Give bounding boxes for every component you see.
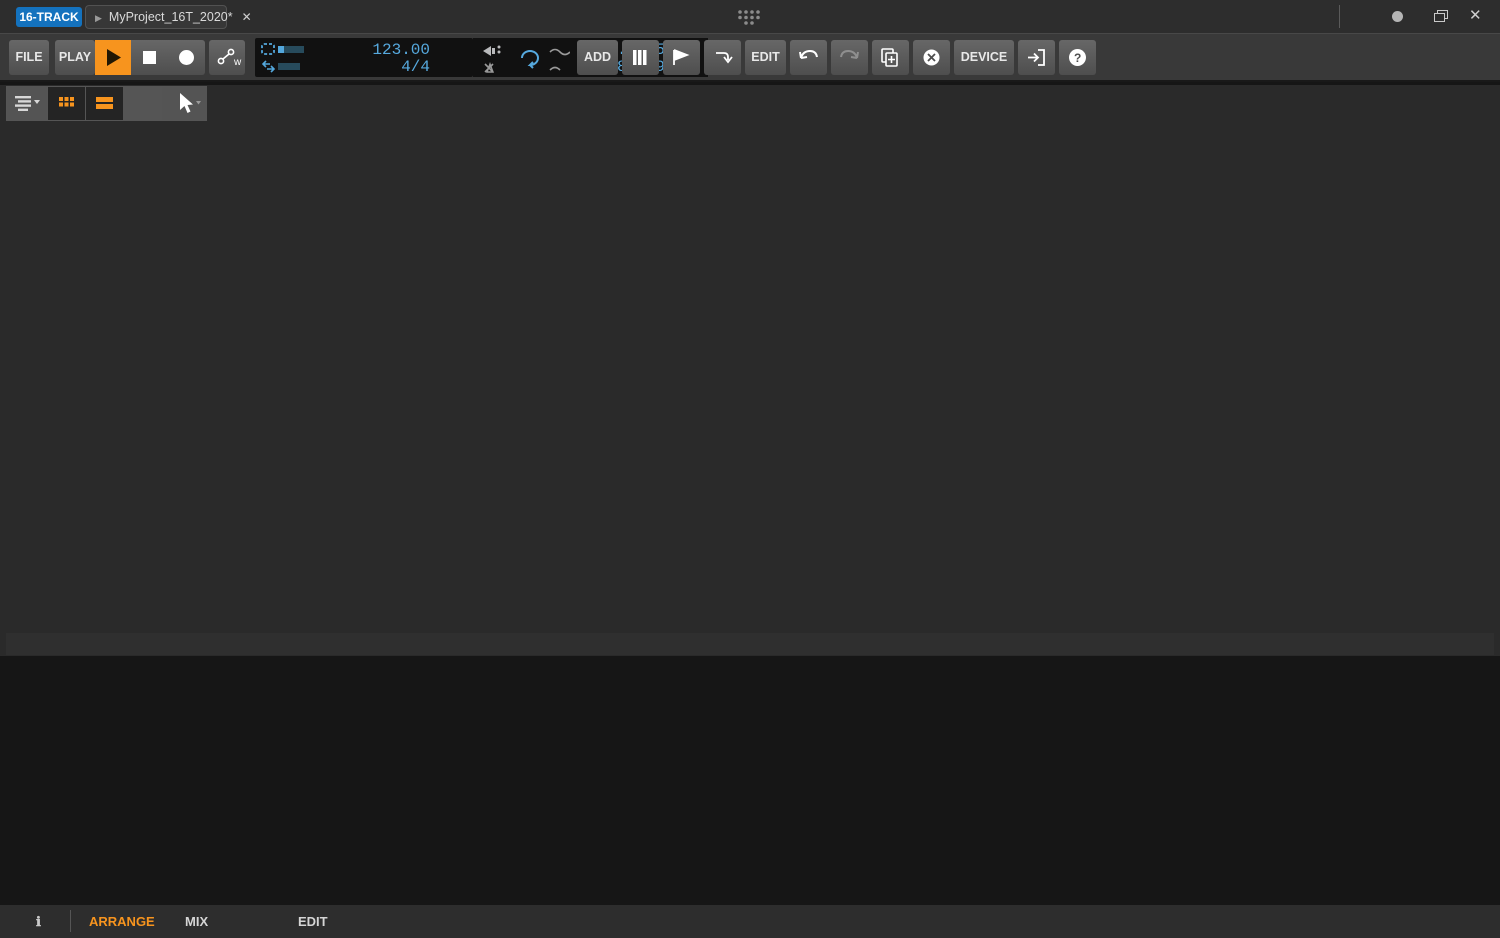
svg-text:?: ? — [1074, 51, 1081, 65]
svg-text:w: w — [233, 57, 242, 68]
